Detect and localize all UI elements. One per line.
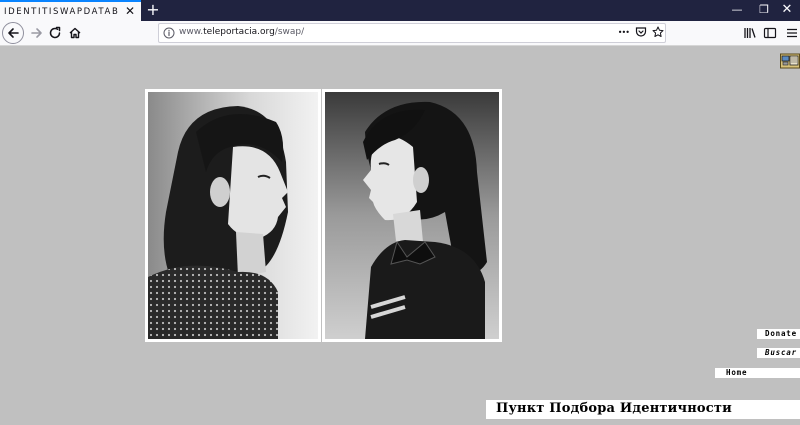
banner-title: Пункт Подбора Идентичности xyxy=(496,401,733,416)
menu-button[interactable] xyxy=(782,23,800,43)
url-path: /swap/ xyxy=(274,27,305,37)
tab-close-icon[interactable]: ✕ xyxy=(125,4,135,18)
portrait-photo-right[interactable] xyxy=(322,89,502,342)
girl-portrait-profile-left xyxy=(325,92,499,339)
computer-folder-icon[interactable] xyxy=(780,52,800,69)
active-tab[interactable]: IDENTITISWAPDATABAS ✕ xyxy=(0,0,141,21)
back-button[interactable] xyxy=(2,22,24,44)
url-actions: ••• xyxy=(615,22,667,42)
girl-portrait-facing-right xyxy=(148,92,318,339)
home-button[interactable] xyxy=(64,22,86,44)
navigation-toolbar: www.teleportacia.org/swap/ xyxy=(0,21,800,46)
page-actions-icon[interactable]: ••• xyxy=(618,28,630,37)
hamburger-menu-icon xyxy=(787,28,797,38)
url-domain: teleportacia.org xyxy=(203,27,275,37)
portrait-photo-left[interactable] xyxy=(145,89,321,342)
arrow-left-icon xyxy=(8,28,19,38)
library-icon xyxy=(744,28,756,38)
reload-button[interactable] xyxy=(44,22,66,44)
arrow-right-icon xyxy=(31,28,42,38)
url-text[interactable]: www.teleportacia.org/swap/ xyxy=(179,27,304,37)
sidebar-icon xyxy=(763,27,777,39)
info-icon[interactable] xyxy=(162,26,176,40)
home-link[interactable]: Home xyxy=(715,368,800,378)
url-prefix: www. xyxy=(179,27,204,37)
minimize-button[interactable]: — xyxy=(722,0,752,21)
home-icon xyxy=(69,27,81,39)
tab-title: IDENTITISWAPDATABAS xyxy=(4,6,118,17)
sidebar-button[interactable] xyxy=(760,23,780,43)
browser-titlebar: IDENTITISWAPDATABAS ✕ + — ❐ ✕ xyxy=(0,0,800,21)
library-button[interactable] xyxy=(740,23,760,43)
identity-selection-banner: Пункт Подбора Идентичности xyxy=(486,400,800,419)
new-tab-button[interactable]: + xyxy=(144,0,162,21)
url-bar[interactable]: www.teleportacia.org/swap/ xyxy=(158,23,666,43)
star-bookmark-icon[interactable] xyxy=(652,26,664,38)
close-window-button[interactable]: ✕ xyxy=(772,0,800,21)
buscar-link[interactable]: Buscar xyxy=(757,348,800,358)
reload-icon xyxy=(49,26,61,39)
pocket-icon[interactable] xyxy=(635,26,647,38)
donate-link[interactable]: Donate xyxy=(757,329,800,339)
